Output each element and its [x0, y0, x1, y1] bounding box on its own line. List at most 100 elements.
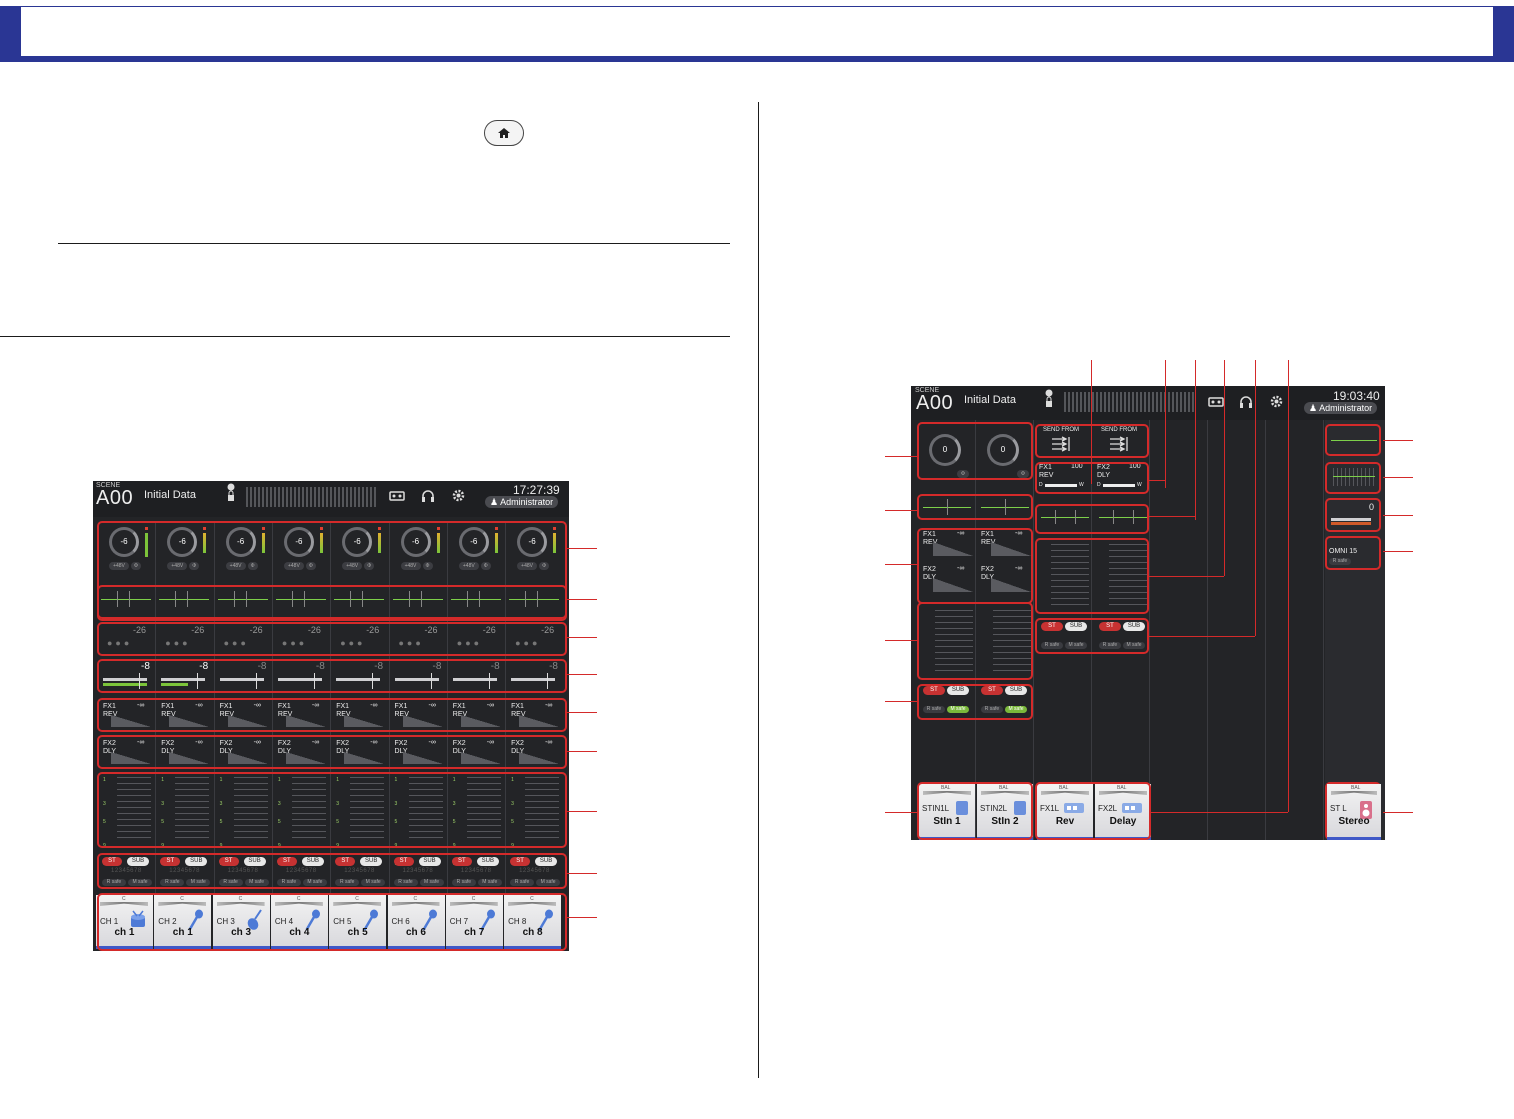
callout-line	[567, 637, 597, 638]
callout-group-box	[97, 622, 567, 656]
callout-line	[567, 873, 597, 874]
callout-line	[1383, 477, 1413, 478]
callout-group-box	[97, 735, 567, 769]
column-divider	[1323, 420, 1324, 840]
callout-line	[885, 456, 917, 457]
callout-line	[567, 712, 597, 713]
callout-line	[1383, 440, 1413, 441]
home-icon	[498, 128, 510, 138]
usb-recorder-icon[interactable]	[389, 490, 405, 502]
callout-line	[1165, 360, 1166, 488]
user-badge[interactable]: ♟ Administrator	[1304, 402, 1378, 414]
callout-group-box	[1035, 462, 1149, 494]
user-icon: ♟	[1309, 403, 1320, 413]
callout-group-box	[917, 528, 1033, 604]
callout-line	[885, 564, 917, 565]
scene-name[interactable]: Initial Data	[144, 489, 196, 501]
usb-recorder-icon[interactable]	[1208, 396, 1224, 408]
user-icon: ♟	[490, 497, 501, 507]
callout-line	[567, 548, 597, 549]
callout-line	[567, 811, 597, 812]
channel-name-cell-stereo[interactable]: BAL ST L Stereo	[1327, 784, 1381, 840]
callout-line	[1151, 812, 1288, 813]
gear-icon[interactable]	[1269, 394, 1284, 409]
channel-id: ST L	[1330, 804, 1347, 813]
callout-group-box	[97, 659, 567, 693]
mixer-screen-stereo-inputs-fx: SCENE A00 Initial Data 19:03:40 ♟ Admini…	[911, 386, 1385, 840]
toolbar: SCENE A00 Initial Data 17:27:39 ♟ Admini…	[93, 481, 569, 517]
callout-group-box	[97, 698, 567, 732]
user-badge[interactable]: ♟ Administrator	[485, 496, 559, 508]
callout-group-box	[917, 782, 1033, 840]
toolbar: SCENE A00 Initial Data 19:03:40 ♟ Admini…	[911, 386, 1385, 420]
user-name: Administrator	[500, 497, 554, 507]
lock-icon[interactable]	[1044, 388, 1054, 410]
header-accent-left	[0, 6, 20, 62]
header-underline	[0, 56, 1514, 62]
user-name: Administrator	[1319, 403, 1373, 413]
callout-line	[1383, 812, 1413, 813]
column-divider	[1207, 420, 1208, 840]
section-rule	[58, 243, 730, 244]
callout-group-box	[1035, 538, 1149, 614]
callout-line	[885, 640, 917, 641]
callout-group-box	[97, 893, 567, 951]
callout-line	[1149, 516, 1195, 517]
header-frame	[20, 6, 1494, 56]
callout-group-box	[97, 772, 567, 848]
lock-icon[interactable]	[226, 482, 236, 504]
callout-line	[1224, 360, 1225, 576]
callout-line	[885, 701, 917, 702]
callout-group-box	[1035, 424, 1149, 458]
callout-line	[1091, 360, 1092, 422]
callout-group-box	[917, 494, 1033, 520]
callout-line	[1149, 576, 1224, 577]
callout-line	[1288, 360, 1289, 812]
header-accent-right	[1494, 6, 1514, 62]
callout-group-box	[1035, 618, 1149, 654]
callout-line	[1149, 480, 1165, 481]
callout-line	[885, 510, 917, 511]
callout-group-box	[1035, 782, 1151, 840]
column-divider	[1265, 420, 1266, 840]
callout-group-box	[1325, 498, 1381, 532]
callout-group-box	[917, 684, 1033, 720]
column-divider	[758, 102, 759, 1078]
callout-line	[1383, 551, 1413, 552]
headphones-icon[interactable]	[1239, 395, 1253, 409]
callout-line	[1383, 515, 1413, 516]
callout-group-box	[1325, 424, 1381, 456]
scene-number[interactable]: A00	[96, 487, 133, 510]
gear-icon[interactable]	[451, 488, 466, 503]
callout-group-box	[917, 602, 1033, 680]
callout-line	[567, 917, 597, 918]
clock: 19:03:40	[1333, 389, 1380, 403]
scene-name[interactable]: Initial Data	[964, 394, 1016, 406]
callout-group-box	[1325, 462, 1381, 494]
channel-meter-bridge	[246, 487, 376, 507]
callout-line	[567, 599, 597, 600]
balance-indicator	[1331, 791, 1377, 795]
callout-line	[567, 674, 597, 675]
callout-line	[1149, 636, 1255, 637]
column-divider	[1149, 420, 1150, 840]
callout-line	[1195, 360, 1196, 520]
callout-line	[1091, 422, 1092, 484]
callout-group-box	[97, 853, 567, 889]
section-rule	[0, 336, 730, 337]
callout-group-box	[1035, 504, 1149, 534]
callout-line	[885, 812, 917, 813]
headphones-icon[interactable]	[421, 489, 435, 503]
balance-label: BAL	[1351, 785, 1361, 791]
channel-meter-bridge	[1064, 392, 1194, 412]
callout-group-box	[97, 585, 567, 621]
column-divider	[1033, 420, 1034, 840]
callout-group-box	[1325, 536, 1381, 570]
scene-number[interactable]: A00	[916, 392, 953, 415]
mixer-screen-input-channels: SCENE A00 Initial Data 17:27:39 ♟ Admini…	[93, 481, 569, 951]
callout-line	[1255, 360, 1256, 636]
callout-line	[567, 751, 597, 752]
callout-group-box	[917, 422, 1033, 480]
home-button[interactable]	[484, 120, 524, 146]
clock: 17:27:39	[513, 483, 560, 497]
